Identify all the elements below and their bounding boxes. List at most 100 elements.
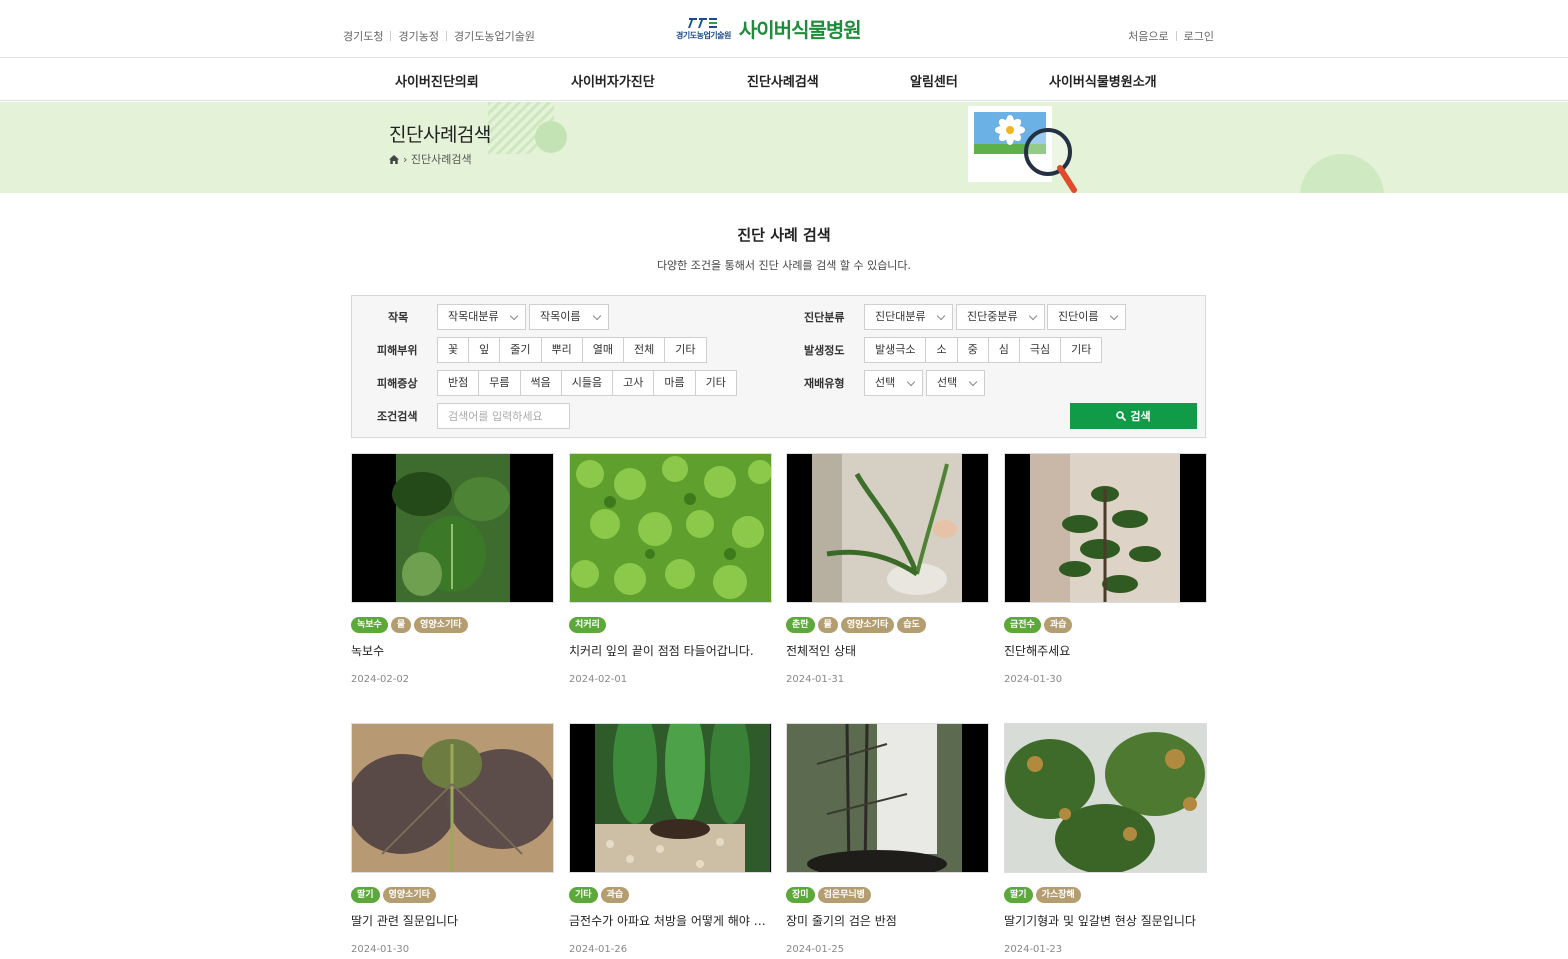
crop-tag: 딸기 [351,887,380,903]
case-tags: 장미 검은무늬병 [786,887,874,903]
part-option-root[interactable]: 뿌리 [540,337,583,363]
login-link[interactable]: 로그인 [1184,28,1214,44]
case-tags: 딸기 가스장해 [1004,887,1084,903]
damaged-part-label: 피해부위 [377,344,418,357]
case-tags: 녹보수 물 영양소기타 [351,617,471,633]
search-button-label: 검색 [1130,411,1151,423]
symptom-option-wilt[interactable]: 시들음 [560,370,614,396]
cause-tag: 영양소기타 [840,617,895,633]
case-card[interactable]: 딸기 가스장해 딸기기형과 및 잎갈변 현상 질문입니다 2024-01-23 [1004,723,1207,959]
divider [445,31,447,41]
case-title[interactable]: 딸기기형과 및 잎갈변 현상 질문입니다 [1004,912,1207,929]
severity-option-extreme[interactable]: 극심 [1018,337,1062,363]
link-gyeonggi-province[interactable]: 경기도청 [343,28,383,44]
main-nav: 사이버진단의뢰 사이버자가진단 진단사례검색 알림센터 사이버식물병원소개 [0,59,1568,101]
part-option-leaf[interactable]: 잎 [468,337,501,363]
case-title[interactable]: 전체적인 상태 [786,642,989,659]
severity-option-medium[interactable]: 중 [956,337,989,363]
case-date: 2024-01-30 [351,944,410,955]
case-thumbnail[interactable] [569,453,772,603]
case-card[interactable]: 딸기 영양소기타 딸기 관련 질문입니다 2024-01-30 [351,723,554,959]
case-card[interactable]: 장미 검은무늬병 장미 줄기의 검은 반점 2024-01-25 [786,723,989,959]
severity-option-high[interactable]: 심 [987,337,1020,363]
site-logo[interactable]: 경기도농업기술원 사이버식물병원 [676,14,862,43]
case-card[interactable]: 춘란 물 영양소기타 습도 전체적인 상태 2024-01-31 [786,453,989,693]
cause-tag: 과습 [600,887,630,903]
case-thumbnail[interactable] [786,453,989,603]
case-card[interactable]: 금전수 과습 진단해주세요 2024-01-30 [1004,453,1207,693]
severity-option-minimal[interactable]: 발생극소 [864,337,927,363]
link-gyeonggi-agri-policy[interactable]: 경기농정 [398,28,438,44]
case-title[interactable]: 녹보수 [351,642,554,659]
crop-tag: 기타 [569,887,598,903]
logo-org-name: 경기도농업기술원 [676,30,731,40]
chevron-down-icon [509,311,519,321]
diagnosis-name-select[interactable]: 진단이름 [1047,304,1126,330]
nav-notice-center[interactable]: 알림센터 [910,71,958,90]
symptom-option-die[interactable]: 고사 [612,370,655,396]
keyword-label: 조건검색 [377,410,418,423]
crop-name-select[interactable]: 작목이름 [529,304,609,330]
case-title[interactable]: 치커리 잎의 끝이 점점 타들어갑니다. [569,642,772,659]
part-option-fruit[interactable]: 열매 [581,337,624,363]
part-option-whole[interactable]: 전체 [623,337,666,363]
nav-self-diagnosis[interactable]: 사이버자가진단 [571,71,655,90]
plant-photo-image [392,454,510,602]
part-option-flower[interactable]: 꽃 [437,337,470,363]
case-title[interactable]: 금전수가 아파요 처방을 어떻게 해야 할까요 [569,912,772,929]
crop-name-select-value: 작목이름 [540,310,581,323]
crop-tag: 딸기 [1004,887,1033,903]
home-link[interactable]: 처음으로 [1128,28,1168,44]
symptom-option-blight[interactable]: 마름 [653,370,696,396]
case-thumbnail[interactable] [1004,453,1207,603]
page-title: 진단사례검색 [389,124,491,146]
case-title[interactable]: 딸기 관련 질문입니다 [351,912,554,929]
case-thumbnail[interactable] [351,453,554,603]
breadcrumb-separator: › [403,152,411,166]
symptom-option-spot[interactable]: 반점 [437,370,480,396]
cultivation-select-1[interactable]: 선택 [864,370,923,396]
symptom-option-other[interactable]: 기타 [694,370,737,396]
symptom-options: 반점 무름 썩음 시들음 고사 마름 기타 [437,370,737,396]
severity-option-other[interactable]: 기타 [1060,337,1103,363]
severity-options: 발생극소 소 중 심 극심 기타 [864,337,1103,363]
symptom-option-rot[interactable]: 썩음 [519,370,562,396]
case-date: 2024-01-25 [786,944,845,955]
link-agri-research-center[interactable]: 경기도농업기술원 [454,28,535,44]
decorative-circle [535,121,567,153]
chevron-down-icon [1028,311,1038,321]
part-option-other[interactable]: 기타 [664,337,707,363]
part-option-stem[interactable]: 줄기 [499,337,542,363]
plant-photo-image [1030,454,1180,602]
search-button[interactable]: 검색 [1070,403,1197,429]
keyword-search-input[interactable] [437,403,570,429]
crop-major-select[interactable]: 작목대분류 [437,304,526,330]
case-tags: 기타 과습 [569,887,632,903]
crop-label: 작목 [388,311,409,324]
case-card[interactable]: 녹보수 물 영양소기타 녹보수 2024-02-02 [351,453,554,693]
symptom-label: 피해증상 [377,377,418,390]
cultivation-select-2[interactable]: 선택 [926,370,985,396]
symptom-option-soft-rot[interactable]: 무름 [478,370,521,396]
case-card[interactable]: 치커리 치커리 잎의 끝이 점점 타들어갑니다. 2024-02-01 [569,453,772,693]
org-emblem-icon [688,17,718,28]
nav-about[interactable]: 사이버식물병원소개 [1049,71,1157,90]
case-thumbnail[interactable] [569,723,772,873]
case-thumbnail[interactable] [786,723,989,873]
case-thumbnail[interactable] [351,723,554,873]
magnifier-photo-illustration [968,106,1077,193]
nav-case-search[interactable]: 진단사례검색 [747,71,819,90]
chevron-down-icon [906,377,916,387]
top-header: 경기도청 경기농정 경기도농업기술원 경기도농업기술원 사이버식물병원 처음으로… [0,0,1568,58]
diagnosis-major-select[interactable]: 진단대분류 [864,304,953,330]
severity-option-low[interactable]: 소 [925,337,958,363]
case-title[interactable]: 진단해주세요 [1004,642,1207,659]
cause-tag: 물 [817,617,838,633]
case-card[interactable]: 기타 과습 금전수가 아파요 처방을 어떻게 해야 할까요 2024-01-26 [569,723,772,959]
case-title[interactable]: 장미 줄기의 검은 반점 [786,912,989,929]
home-icon[interactable] [389,154,399,164]
case-date: 2024-02-01 [569,674,628,685]
nav-cyber-diagnosis-request[interactable]: 사이버진단의뢰 [395,71,479,90]
case-thumbnail[interactable] [1004,723,1207,873]
diagnosis-middle-select[interactable]: 진단중분류 [956,304,1045,330]
